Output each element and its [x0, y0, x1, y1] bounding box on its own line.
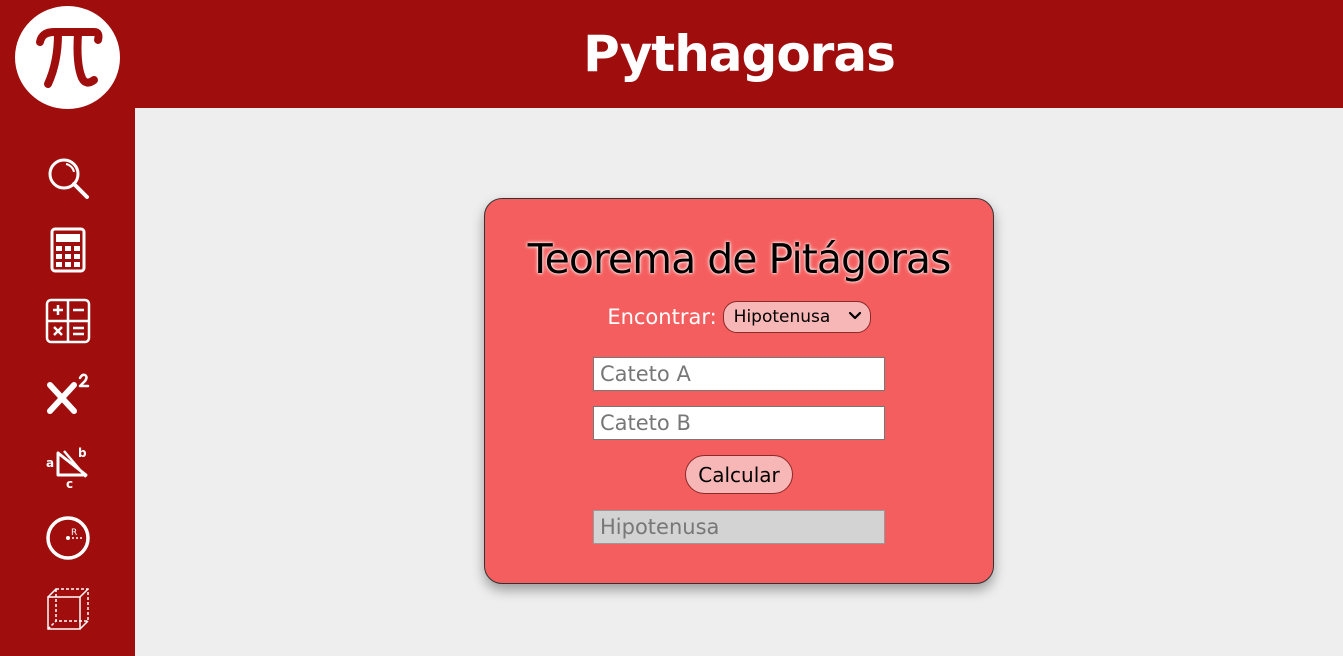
exponent-icon	[47, 373, 90, 414]
find-select[interactable]: Hipotenusa	[722, 301, 871, 333]
calculator-icon	[50, 227, 86, 273]
cateto-b-input[interactable]	[593, 406, 885, 440]
sidebar-item-circle[interactable]: R	[40, 510, 96, 566]
sidebar-item-cube[interactable]	[40, 581, 96, 637]
chevron-down-icon	[848, 309, 862, 325]
pi-icon	[35, 27, 102, 88]
pythagoras-card: Teorema de Pitágoras Encontrar: Hipotenu…	[484, 198, 994, 584]
svg-text:c: c	[66, 477, 73, 489]
circle-radius-icon: R	[46, 516, 90, 560]
svg-text:b: b	[78, 446, 87, 460]
svg-text:R: R	[71, 528, 77, 538]
sidebar-item-calculator[interactable]	[40, 222, 96, 278]
logo[interactable]	[15, 6, 120, 109]
find-label: Encontrar:	[607, 305, 717, 329]
header: Pythagoras	[135, 0, 1343, 108]
card-title: Teorema de Pitágoras	[527, 235, 952, 283]
sidebar-item-search[interactable]	[40, 150, 96, 206]
sidebar-item-exponent[interactable]	[40, 365, 96, 421]
sidebar-item-operations[interactable]	[40, 293, 96, 349]
svg-text:a: a	[46, 456, 54, 470]
cateto-a-input[interactable]	[593, 357, 885, 391]
sidebar-item-pythagoras[interactable]: a b c	[40, 437, 96, 493]
cube-icon	[47, 588, 89, 630]
triangle-icon: a b c	[46, 446, 88, 489]
calculate-button[interactable]: Calcular	[685, 455, 793, 494]
search-icon	[48, 158, 89, 199]
find-row: Encontrar: Hipotenusa	[485, 301, 993, 333]
result-field	[593, 510, 885, 544]
sidebar: a b c R	[0, 0, 135, 656]
operations-icon	[45, 298, 91, 344]
page-title: Pythagoras	[583, 25, 896, 83]
find-select-value: Hipotenusa	[733, 307, 831, 327]
